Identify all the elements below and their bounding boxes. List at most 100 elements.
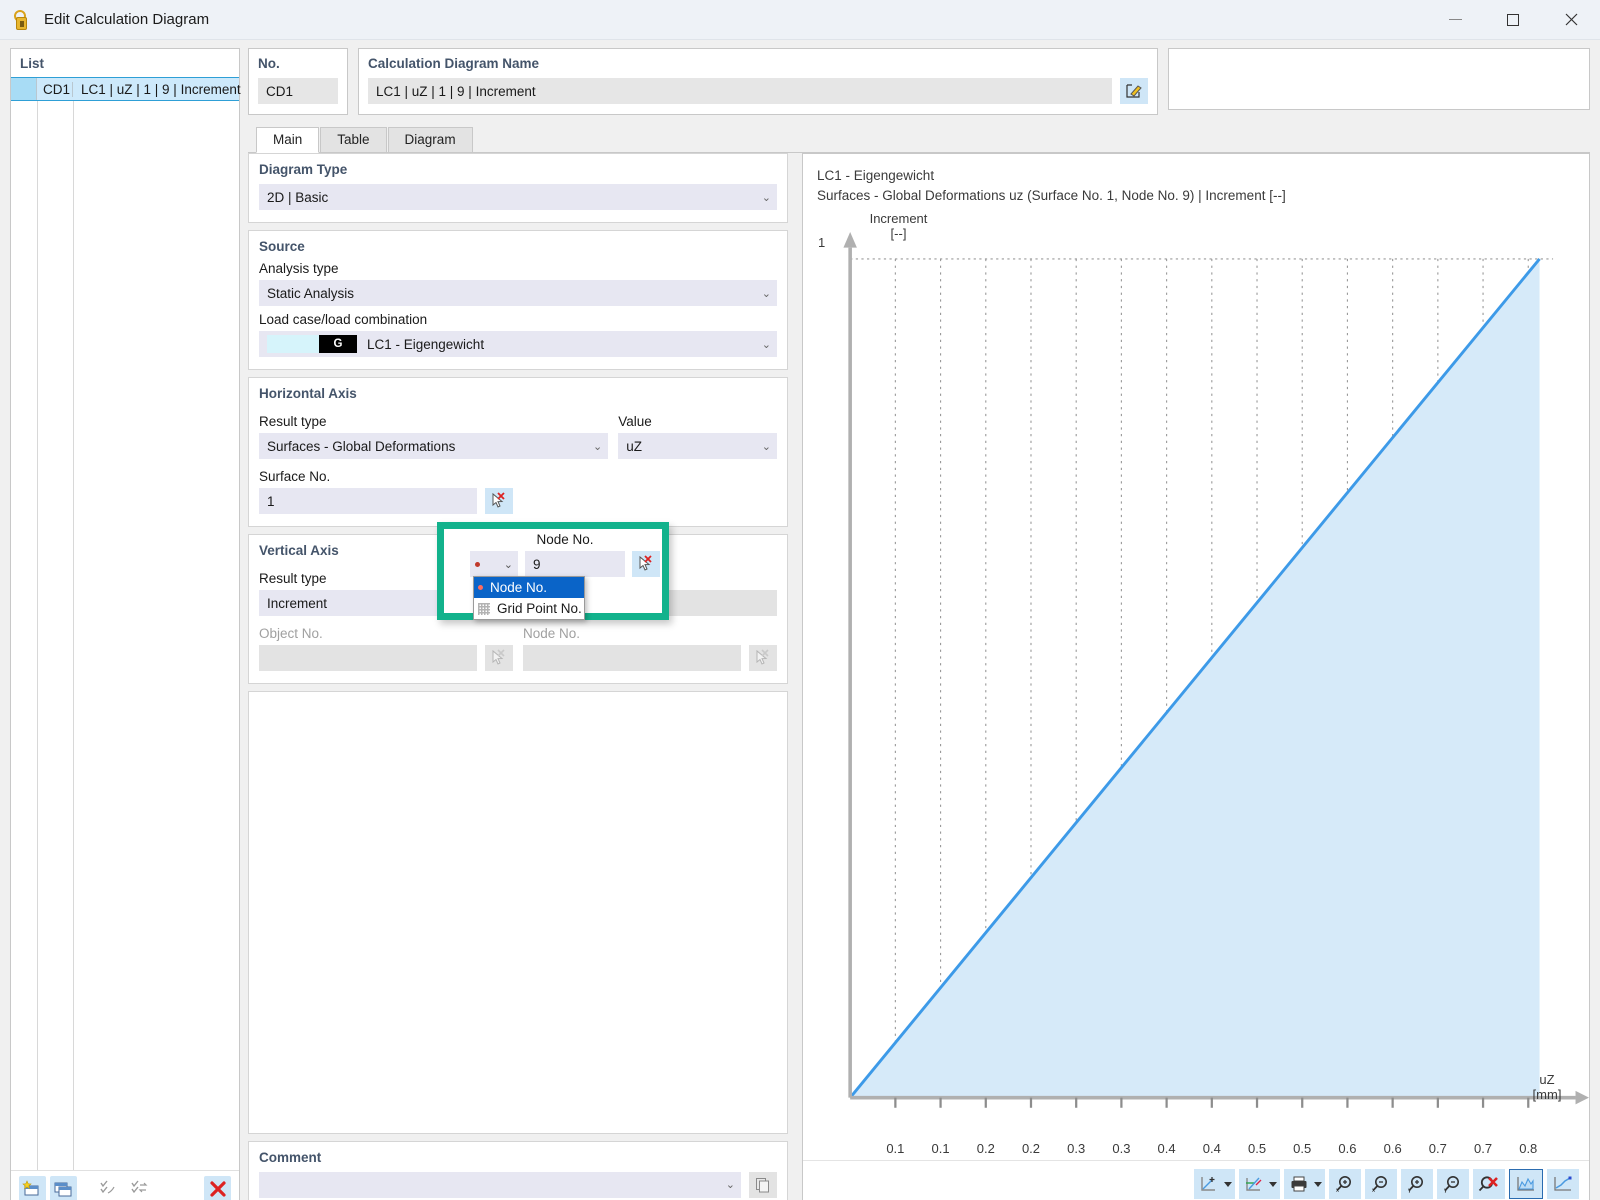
surface-pick-cursor-icon[interactable] — [485, 488, 513, 514]
no-label: No. — [258, 56, 280, 71]
h-value-value: uZ — [626, 438, 643, 454]
node-no-label: Node No. — [536, 532, 594, 547]
comment-input[interactable]: ⌄ — [259, 1171, 741, 1198]
line-chart-view-icon[interactable] — [1547, 1169, 1579, 1200]
tab-table[interactable]: Table — [320, 127, 387, 152]
y-axis-tick-1: 1 — [818, 235, 826, 251]
dropdown-option-label: Grid Point No. — [497, 601, 582, 616]
chevron-down-icon[interactable] — [1224, 1181, 1232, 1187]
x-axis-tick-label: 0.6 — [1338, 1140, 1357, 1156]
load-case-swatch-2 — [293, 335, 319, 353]
chart-title: LC1 - Eigengewicht — [817, 168, 935, 183]
chevron-down-icon: ⌄ — [761, 287, 771, 300]
x-axis-tick-label: 0.2 — [1021, 1140, 1041, 1156]
object-pick-cursor-icon — [485, 645, 513, 671]
content-panes: Diagram Type 2D | Basic ⌄ Source Analysi… — [248, 153, 1590, 1200]
h-result-type-value: Surfaces - Global Deformations — [267, 438, 456, 454]
x-axis-tick-label: 0.7 — [1474, 1140, 1493, 1156]
h-result-type-label: Result type — [259, 414, 327, 429]
surface-no-input[interactable]: 1 — [259, 488, 477, 514]
y-axis-unit: [--] — [890, 226, 907, 242]
x-axis-tick-label: 0.3 — [1067, 1140, 1086, 1156]
delete-icon[interactable] — [204, 1176, 231, 1200]
chevron-down-icon: ⌄ — [725, 1179, 735, 1192]
copy-diagram-icon[interactable] — [49, 1176, 77, 1200]
header-blank-panel — [1168, 48, 1590, 110]
red-dot-icon — [475, 561, 480, 567]
chevron-down-icon: ⌄ — [593, 597, 603, 610]
edit-curve-icon[interactable] — [1239, 1169, 1280, 1200]
window-controls — [1426, 0, 1600, 40]
add-diagram-icon[interactable] — [1194, 1169, 1235, 1200]
chevron-down-icon: ⌄ — [761, 440, 771, 453]
close-button[interactable] — [1542, 0, 1600, 40]
minimize-button[interactable] — [1426, 0, 1484, 40]
node-type-select[interactable]: ⌄ — [470, 551, 518, 577]
copy-icon[interactable] — [749, 1171, 777, 1198]
zoom-in-x-icon[interactable]: x — [1329, 1169, 1361, 1200]
left-column: List CD1 LC1 | uZ | 1 | 9 | Increment — [0, 40, 241, 1200]
comment-title: Comment — [259, 1149, 322, 1165]
list-rows: CD1 LC1 | uZ | 1 | 9 | Increment — [11, 77, 241, 1170]
header-fields: No. CD1 Calculation Diagram Name LC1 | u… — [248, 48, 1590, 115]
h-result-type-select[interactable]: Surfaces - Global Deformations ⌄ — [259, 433, 609, 459]
check-all-icon[interactable] — [95, 1176, 122, 1200]
svg-text:y: y — [1408, 1188, 1411, 1193]
title-bar: Edit Calculation Diagram — [0, 0, 1600, 40]
diagram-type-group: Diagram Type 2D | Basic ⌄ — [248, 153, 788, 223]
x-axis-unit: [mm] — [1532, 1086, 1562, 1102]
load-case-label: Load case/load combination — [259, 312, 428, 327]
list-item-color-swatch — [11, 78, 37, 100]
zoom-in-y-icon[interactable]: y — [1401, 1169, 1433, 1200]
object-no-input — [259, 645, 477, 671]
chevron-down-icon[interactable] — [1269, 1181, 1277, 1187]
zoom-out-y-icon[interactable]: y — [1437, 1169, 1469, 1200]
no-value: CD1 — [258, 78, 338, 104]
new-diagram-icon[interactable] — [19, 1176, 46, 1200]
object-no-label: Object No. — [259, 626, 323, 641]
h-value-select[interactable]: uZ ⌄ — [618, 433, 777, 459]
load-case-swatch-1 — [267, 335, 293, 353]
node-pick-cursor-icon[interactable] — [632, 551, 660, 577]
x-axis-tick-label: 0.2 — [976, 1140, 995, 1156]
chart-canvas[interactable]: Increment [--] 1 0.1 0.1 0.2 0.2 0.3 0.3 0.4 0.… — [803, 205, 1589, 1159]
load-case-badge: G — [319, 335, 357, 353]
area-chart-view-icon[interactable] — [1509, 1169, 1543, 1200]
list-item-id: CD1 — [37, 81, 73, 97]
x-axis-tick-label: 0.7 — [1428, 1140, 1447, 1156]
dropdown-option-grid-point-no[interactable]: Grid Point No. — [474, 598, 584, 619]
dropdown-option-node-no[interactable]: Node No. — [474, 577, 584, 598]
print-icon[interactable] — [1284, 1169, 1325, 1200]
tab-main[interactable]: Main — [256, 127, 320, 153]
maximize-button[interactable] — [1484, 0, 1542, 40]
h-value-label: Value — [618, 414, 652, 429]
x-axis-tick-label: 0.4 — [1157, 1140, 1176, 1156]
chevron-down-icon[interactable] — [1314, 1181, 1322, 1187]
calculation-diagram-name-input[interactable]: LC1 | uZ | 1 | 9 | Increment — [368, 78, 1112, 104]
reset-zoom-icon[interactable] — [1473, 1169, 1505, 1200]
diagram-type-select[interactable]: 2D | Basic ⌄ — [259, 184, 777, 210]
check-swap-icon[interactable] — [125, 1176, 152, 1200]
x-axis-tick-label: 0.4 — [1202, 1140, 1221, 1156]
list-item[interactable]: CD1 LC1 | uZ | 1 | 9 | Increment — [11, 77, 241, 101]
grid-points-icon — [478, 602, 490, 615]
edit-calculation-diagram-window: Edit Calculation Diagram List CD1 LC1 | … — [0, 0, 1600, 1200]
list-gridlines — [11, 101, 239, 1170]
node-no-input[interactable]: 9 — [525, 551, 625, 577]
x-axis-tick-label: 0.5 — [1293, 1140, 1312, 1156]
tab-bar: Main Table Diagram — [248, 127, 1590, 153]
node-type-dropdown-menu[interactable]: Node No. Grid Point No. — [473, 576, 585, 620]
load-case-select[interactable]: G LC1 - Eigengewicht ⌄ — [259, 331, 777, 357]
app-icon — [12, 9, 34, 31]
x-axis-tick-label: 0.8 — [1519, 1140, 1538, 1156]
x-axis-tick-label: 0.5 — [1247, 1140, 1267, 1156]
window-title: Edit Calculation Diagram — [44, 11, 210, 28]
zoom-out-x-icon[interactable]: x — [1365, 1169, 1397, 1200]
horizontal-axis-group: Horizontal Axis Result type Surfaces - G… — [248, 377, 788, 527]
edit-pencil-icon[interactable] — [1120, 78, 1148, 104]
no-field-box: No. CD1 — [248, 48, 348, 115]
tab-diagram[interactable]: Diagram — [387, 127, 473, 152]
source-group: Source Analysis type Static Analysis ⌄ L… — [248, 230, 788, 370]
comment-group: Comment ⌄ — [248, 1140, 788, 1200]
analysis-type-select[interactable]: Static Analysis ⌄ — [259, 280, 777, 306]
